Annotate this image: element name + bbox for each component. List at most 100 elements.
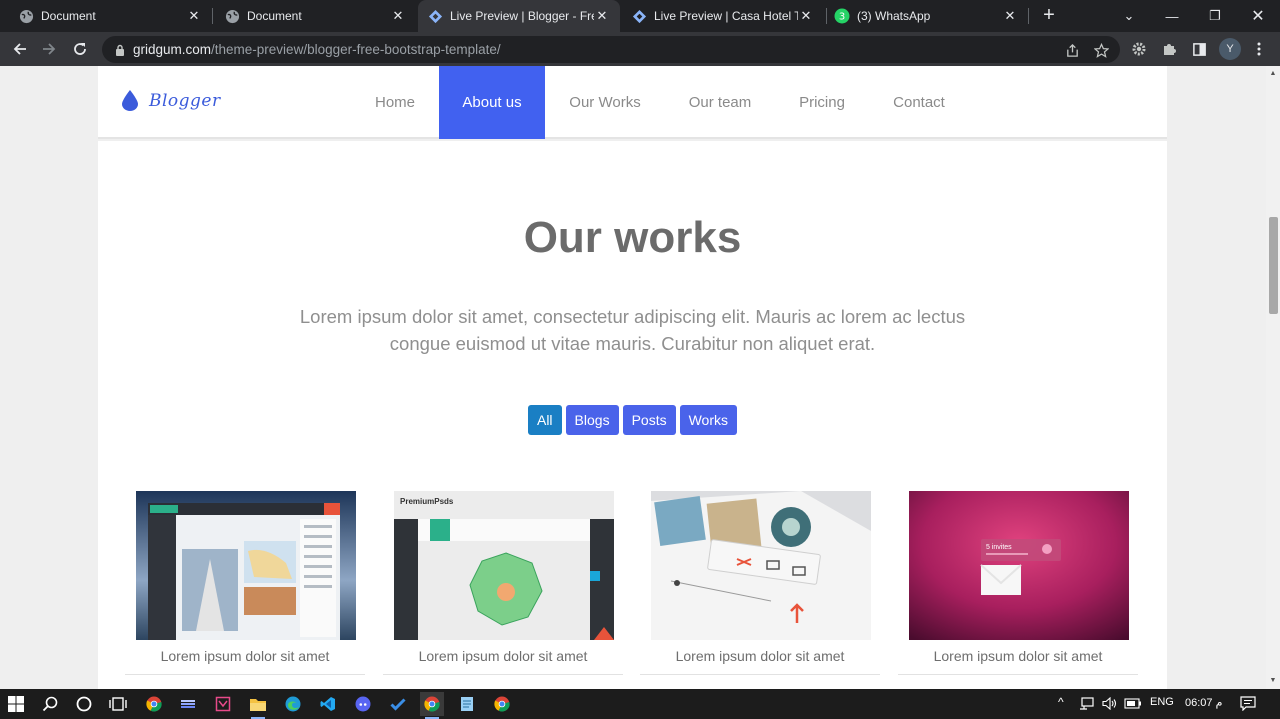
close-icon[interactable]: ✕ bbox=[798, 8, 814, 24]
divider bbox=[125, 674, 365, 675]
puzzle-extensions-icon[interactable] bbox=[1157, 37, 1181, 61]
scroll-down-icon[interactable]: ▼ bbox=[1269, 677, 1277, 685]
thumb-text: 5 invites bbox=[986, 544, 1012, 551]
nav-contact[interactable]: Contact bbox=[884, 66, 954, 139]
chrome-active-icon[interactable] bbox=[420, 692, 444, 719]
nav-our-works[interactable]: Our Works bbox=[560, 66, 650, 139]
tab-title: Document bbox=[247, 9, 302, 23]
brand-logo[interactable]: Blogger bbox=[122, 90, 221, 111]
site-navbar: Blogger Home About us Our Works Our team… bbox=[98, 66, 1167, 139]
edge-icon[interactable] bbox=[281, 692, 305, 716]
address-bar[interactable]: gridgum.com/theme-preview/blogger-free-b… bbox=[102, 36, 1120, 63]
svg-text:3: 3 bbox=[839, 12, 845, 23]
snipping-tool-icon[interactable] bbox=[211, 692, 235, 716]
work-card[interactable]: Lorem ipsum dolor sit amet bbox=[125, 491, 365, 689]
todo-check-icon[interactable] bbox=[386, 692, 410, 716]
divider bbox=[640, 674, 880, 675]
side-panel-icon[interactable] bbox=[1187, 37, 1211, 61]
windows-taskbar: ^ ENG 06:07 م bbox=[0, 689, 1280, 719]
lock-icon[interactable] bbox=[114, 43, 126, 57]
more-menu-icon[interactable] bbox=[1247, 37, 1271, 61]
back-button[interactable] bbox=[8, 37, 32, 61]
share-icon[interactable] bbox=[1063, 41, 1081, 59]
section-description: Lorem ipsum dolor sit amet, consectetur … bbox=[299, 306, 966, 354]
task-view-icon[interactable] bbox=[106, 692, 130, 716]
app-stack-icon[interactable] bbox=[176, 692, 200, 716]
tab-title: (3) WhatsApp bbox=[857, 9, 931, 23]
windows-start-icon[interactable] bbox=[4, 692, 28, 716]
work-thumbnail-dashboard[interactable] bbox=[136, 491, 356, 640]
gridgum-icon bbox=[631, 8, 647, 24]
work-thumbnail-invites[interactable]: 5 invites bbox=[909, 491, 1129, 640]
globe-icon bbox=[224, 8, 240, 24]
browser-tab-active[interactable]: Live Preview | Blogger - Free ✕ bbox=[418, 0, 620, 32]
filter-blogs-button[interactable]: Blogs bbox=[565, 405, 619, 435]
work-thumbnail-music-player[interactable] bbox=[651, 491, 871, 640]
close-icon[interactable]: ✕ bbox=[594, 8, 610, 24]
page-viewport: Blogger Home About us Our Works Our team… bbox=[0, 66, 1266, 689]
reload-button[interactable] bbox=[68, 37, 92, 61]
tab-title: Live Preview | Blogger - Free bbox=[450, 9, 594, 23]
profile-avatar[interactable]: Y bbox=[1219, 38, 1241, 60]
search-icon[interactable] bbox=[38, 692, 62, 716]
restore-button[interactable]: ❐ bbox=[1193, 0, 1237, 32]
chrome-icon[interactable] bbox=[142, 692, 166, 716]
forward-button[interactable] bbox=[37, 37, 61, 61]
browser-tab[interactable]: 3 (3) WhatsApp ✕ bbox=[826, 0, 1028, 32]
new-tab-button[interactable]: + bbox=[1038, 5, 1060, 27]
work-caption: Lorem ipsum dolor sit amet bbox=[418, 648, 588, 664]
work-thumbnail-premiumpsds[interactable]: PremiumPsds bbox=[394, 491, 614, 640]
thumb-title: PremiumPsds bbox=[400, 497, 454, 506]
clock[interactable]: 06:07 م bbox=[1185, 696, 1222, 709]
url-path: /theme-preview/blogger-free-bootstrap-te… bbox=[211, 42, 501, 57]
works-section: Our works Lorem ipsum dolor sit amet, co… bbox=[98, 141, 1167, 689]
volume-icon[interactable] bbox=[1102, 696, 1118, 713]
tab-search-icon[interactable]: ⌄ bbox=[1107, 0, 1151, 32]
filter-all-button[interactable]: All bbox=[527, 405, 562, 435]
filter-posts-button[interactable]: Posts bbox=[622, 405, 676, 435]
nav-about-us[interactable]: About us bbox=[439, 66, 545, 139]
scrollbar-thumb[interactable] bbox=[1269, 217, 1278, 314]
work-card[interactable]: PremiumPsds Lorem ipsum dolor sit amet bbox=[383, 491, 623, 689]
water-drop-icon bbox=[122, 90, 138, 111]
browser-tab[interactable]: Live Preview | Casa Hotel The ✕ bbox=[622, 0, 824, 32]
divider bbox=[898, 674, 1138, 675]
nav-home[interactable]: Home bbox=[360, 66, 430, 139]
work-caption: Lorem ipsum dolor sit amet bbox=[933, 648, 1103, 664]
minimize-button[interactable]: — bbox=[1150, 0, 1194, 32]
url-text: gridgum.com/theme-preview/blogger-free-b… bbox=[133, 42, 501, 57]
gridgum-icon bbox=[427, 8, 443, 24]
filter-works-button[interactable]: Works bbox=[679, 405, 738, 435]
discord-icon[interactable] bbox=[351, 692, 375, 716]
cortana-icon[interactable] bbox=[72, 692, 96, 716]
scroll-up-icon[interactable]: ▲ bbox=[1269, 70, 1277, 78]
tab-title: Live Preview | Casa Hotel The bbox=[654, 9, 798, 23]
battery-icon[interactable] bbox=[1124, 698, 1142, 712]
globe-icon bbox=[18, 8, 34, 24]
browser-tab[interactable]: Document ✕ bbox=[212, 0, 416, 32]
notifications-icon[interactable] bbox=[1240, 696, 1256, 714]
close-window-button[interactable]: ✕ bbox=[1236, 0, 1280, 32]
page-scrollbar[interactable]: ▲ ▼ bbox=[1266, 66, 1280, 689]
work-card[interactable]: 5 invites Lorem ipsum dolor sit amet bbox=[898, 491, 1138, 689]
network-icon[interactable] bbox=[1079, 697, 1095, 713]
tab-separator bbox=[1028, 8, 1029, 24]
tab-title: Document bbox=[41, 9, 96, 23]
close-icon[interactable]: ✕ bbox=[1002, 8, 1018, 24]
tray-chevron-icon[interactable]: ^ bbox=[1058, 695, 1064, 709]
works-grid: Lorem ipsum dolor sit amet PremiumPsds L… bbox=[125, 491, 1141, 689]
file-explorer-icon[interactable] bbox=[246, 692, 270, 719]
nav-our-team[interactable]: Our team bbox=[679, 66, 761, 139]
close-icon[interactable]: ✕ bbox=[390, 8, 406, 24]
brand-name: Blogger bbox=[149, 90, 221, 111]
bookmark-star-icon[interactable] bbox=[1092, 41, 1110, 59]
browser-tab[interactable]: Document ✕ bbox=[0, 0, 212, 32]
extension-gear-icon[interactable] bbox=[1127, 37, 1151, 61]
nav-pricing[interactable]: Pricing bbox=[791, 66, 853, 139]
chrome-profile-icon[interactable] bbox=[490, 692, 514, 716]
vscode-icon[interactable] bbox=[316, 692, 340, 716]
close-icon[interactable]: ✕ bbox=[186, 8, 202, 24]
notepad-icon[interactable] bbox=[455, 692, 479, 716]
work-card[interactable]: Lorem ipsum dolor sit amet bbox=[640, 491, 880, 689]
language-indicator[interactable]: ENG bbox=[1150, 696, 1174, 708]
